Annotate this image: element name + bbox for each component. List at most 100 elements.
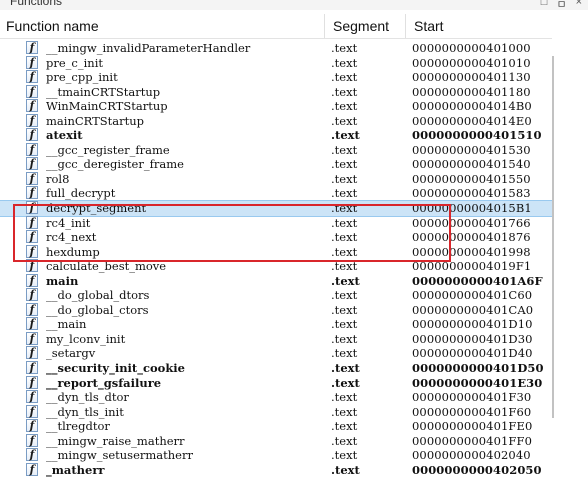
function-row[interactable]: f __security_init_cookie .text 000000000040… — [0, 361, 552, 376]
function-row[interactable]: f __main .text 0000000000401D10 — [0, 317, 552, 332]
function-icon: f — [26, 157, 38, 171]
function-segment: .text — [331, 317, 358, 332]
function-row[interactable]: f pre_cpp_init .text 0000000000401130 — [0, 70, 552, 85]
function-icon: f — [26, 273, 38, 287]
function-start-address: 0000000000401FE0 — [412, 419, 533, 434]
function-segment: .text — [331, 55, 358, 70]
function-row[interactable]: f hexdump .text 0000000000401998 — [0, 244, 552, 260]
function-segment: .text — [331, 41, 358, 55]
scrollbar-thumb[interactable] — [552, 56, 554, 418]
close-icon[interactable]: × — [576, 0, 582, 10]
window-titlebar: Functions □ ㅁ × — [0, 0, 588, 10]
function-start-address: 00000000004014E0 — [412, 113, 532, 128]
column-divider[interactable] — [405, 14, 406, 38]
function-row[interactable]: f calculate_best_move .text 00000000004019F… — [0, 259, 552, 274]
restore-icon[interactable]: □ — [541, 0, 548, 10]
function-icon: f — [26, 230, 38, 244]
function-start-address: 0000000000401766 — [412, 215, 531, 230]
function-segment: .text — [331, 390, 358, 405]
function-start-address: 00000000004015B1 — [412, 201, 532, 216]
function-row[interactable]: f my_lconv_init .text 0000000000401D30 — [0, 331, 552, 347]
function-name: __main — [46, 317, 87, 332]
function-name: __do_global_ctors — [46, 302, 149, 317]
function-name: hexdump — [46, 244, 100, 259]
function-name: _matherr — [46, 462, 105, 477]
function-row[interactable]: f __do_global_ctors .text 0000000000401CA0 — [0, 302, 552, 318]
float-icon[interactable]: ㅁ — [556, 0, 566, 10]
column-header-function-name[interactable]: Function name — [6, 18, 99, 34]
function-start-address: 0000000000401CA0 — [412, 302, 534, 317]
function-row[interactable]: f decrypt_segment .text 00000000004015B1 — [0, 200, 553, 217]
function-row[interactable]: f __gcc_register_frame .text 00000000004015… — [0, 142, 552, 158]
function-row[interactable]: f WinMainCRTStartup .text 00000000004014B0 — [0, 99, 552, 114]
function-row[interactable]: f atexit .text 0000000000401510 — [0, 128, 552, 143]
function-icon: f — [26, 419, 38, 433]
function-icon: f — [26, 390, 38, 404]
function-name: my_lconv_init — [46, 331, 126, 346]
function-row[interactable]: f __dyn_tls_dtor .text 0000000000401F30 — [0, 390, 552, 405]
function-icon: f — [26, 448, 38, 462]
function-icon: f — [26, 244, 38, 258]
function-start-address: 0000000000401D30 — [412, 331, 533, 346]
function-name: pre_cpp_init — [46, 70, 118, 85]
function-start-address: 0000000000402040 — [412, 448, 531, 463]
function-name: __mingw_setusermatherr — [46, 448, 193, 463]
function-icon: f — [26, 142, 38, 156]
column-header-segment[interactable]: Segment — [333, 18, 389, 34]
function-row[interactable]: f mainCRTStartup .text 00000000004014E0 — [0, 113, 552, 129]
column-header-start[interactable]: Start — [414, 18, 444, 34]
window-controls: □ ㅁ × — [541, 0, 582, 10]
function-start-address: 0000000000401540 — [412, 157, 531, 172]
function-name: __mingw_invalidParameterHandler — [46, 41, 251, 55]
function-row[interactable]: f __dyn_tls_init .text 0000000000401F60 — [0, 404, 552, 420]
function-row[interactable]: f __mingw_invalidParameterHandler .text 000… — [0, 41, 552, 56]
function-name: __tlregdtor — [46, 419, 110, 434]
function-segment: .text — [331, 201, 358, 216]
function-segment: .text — [331, 448, 358, 463]
function-icon: f — [26, 462, 38, 476]
function-row[interactable]: f pre_c_init .text 0000000000401010 — [0, 55, 552, 71]
function-segment: .text — [331, 186, 358, 201]
function-row[interactable]: f __tmainCRTStartup .text 0000000000401180 — [0, 84, 552, 100]
function-segment: .text — [331, 215, 358, 230]
function-icon: f — [26, 171, 38, 185]
column-divider[interactable] — [324, 14, 325, 38]
function-icon: f — [26, 404, 38, 418]
function-row[interactable]: f full_decrypt .text 0000000000401583 — [0, 186, 552, 201]
function-row[interactable]: f __mingw_raise_matherr .text 0000000000401… — [0, 433, 552, 449]
function-start-address: 0000000000401010 — [412, 55, 531, 70]
function-segment: .text — [331, 331, 358, 346]
function-row[interactable]: f __mingw_setusermatherr .text 000000000040… — [0, 448, 552, 463]
function-row[interactable]: f rol8 .text 0000000000401550 — [0, 171, 552, 187]
function-name: __tmainCRTStartup — [46, 84, 161, 99]
function-row[interactable]: f _setargv .text 0000000000401D40 — [0, 346, 552, 361]
function-icon: f — [26, 375, 38, 389]
function-start-address: 0000000000401D40 — [412, 346, 533, 361]
function-row[interactable]: f __report_gsfailure .text 0000000000401E30 — [0, 375, 552, 391]
function-segment: .text — [331, 244, 358, 259]
function-segment: .text — [331, 128, 360, 143]
function-name: __report_gsfailure — [46, 375, 162, 390]
function-row[interactable]: f rc4_init .text 0000000000401766 — [0, 215, 552, 231]
column-header: Function name Segment Start — [0, 10, 552, 39]
function-name: _setargv — [46, 346, 96, 361]
function-row[interactable]: f __do_global_dtors .text 0000000000401C60 — [0, 288, 552, 303]
function-segment: .text — [331, 273, 360, 288]
function-icon: f — [26, 113, 38, 127]
vertical-scrollbar[interactable] — [552, 10, 588, 478]
window-title: Functions — [10, 0, 63, 8]
functions-window: Functions □ ㅁ × Function name Segment St… — [0, 0, 588, 478]
function-start-address: 0000000000401A6F — [412, 273, 543, 288]
function-segment: .text — [331, 113, 358, 128]
function-icon: f — [26, 186, 38, 200]
function-start-address: 0000000000401876 — [412, 230, 531, 245]
function-icon: f — [26, 41, 38, 54]
function-row[interactable]: f rc4_next .text 0000000000401876 — [0, 230, 552, 245]
function-segment: .text — [331, 84, 358, 99]
function-row[interactable]: f __gcc_deregister_frame .text 000000000040… — [0, 157, 552, 172]
function-row[interactable]: f __tlregdtor .text 0000000000401FE0 — [0, 419, 552, 434]
function-row[interactable]: f _matherr .text 0000000000402050 — [0, 462, 552, 478]
function-row[interactable]: f main .text 0000000000401A6F — [0, 273, 552, 289]
function-name: __do_global_dtors — [46, 288, 150, 303]
function-icon: f — [26, 317, 38, 331]
